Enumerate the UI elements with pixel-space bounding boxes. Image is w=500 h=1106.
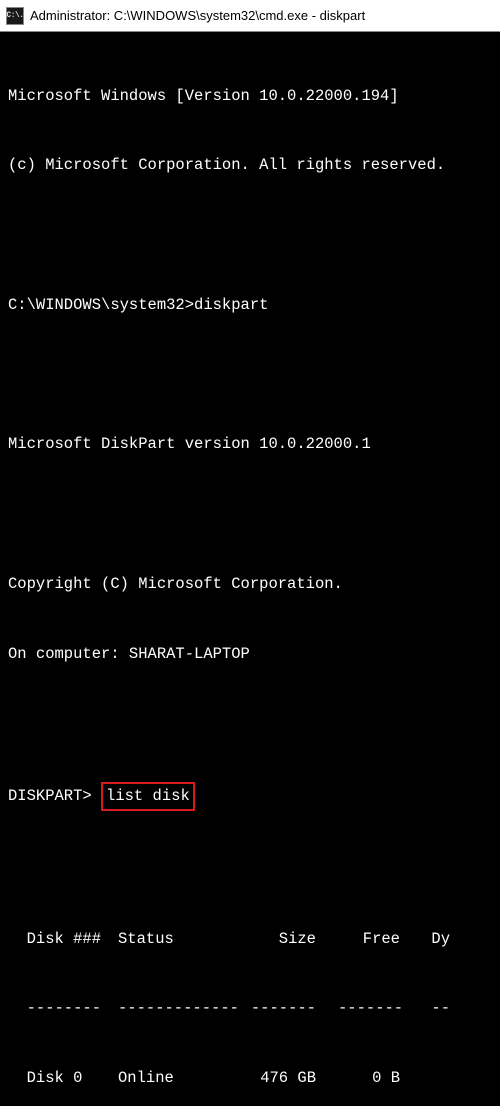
blank-line xyxy=(8,364,492,387)
disk-table-row: Disk 0 Online 476 GB 0 B xyxy=(8,1067,492,1090)
header-dyn: Dy xyxy=(410,928,450,951)
disk-table-header: Disk ### Status Size Free Dy xyxy=(8,928,492,951)
header-size: Size xyxy=(238,928,338,951)
blank-line xyxy=(8,503,492,526)
blank-line xyxy=(8,224,492,247)
os-version-line: Microsoft Windows [Version 10.0.22000.19… xyxy=(8,85,492,108)
header-status: Status xyxy=(118,928,238,951)
copyright-line: (c) Microsoft Corporation. All rights re… xyxy=(8,154,492,177)
diskpart-prompt: DISKPART> xyxy=(8,787,92,805)
dash: ------- xyxy=(238,997,338,1020)
computer-name-line: On computer: SHARAT-LAPTOP xyxy=(8,643,492,666)
header-disk: Disk ### xyxy=(8,928,118,951)
header-free: Free xyxy=(338,928,410,951)
cell-size: 476 GB xyxy=(238,1067,338,1090)
diskpart-command: diskpart xyxy=(194,296,268,314)
list-disk-prompt-line: DISKPART> list disk xyxy=(8,782,492,811)
cell-disk: Disk 0 xyxy=(8,1067,118,1090)
first-prompt-line: C:\WINDOWS\system32>diskpart xyxy=(8,294,492,317)
diskpart-version-line: Microsoft DiskPart version 10.0.22000.1 xyxy=(8,433,492,456)
cmd-prompt-path: C:\WINDOWS\system32> xyxy=(8,296,194,314)
disk-table-divider: -------- ------------- ------- ------- -… xyxy=(8,997,492,1020)
dash: -- xyxy=(410,997,450,1020)
cell-dyn xyxy=(410,1067,450,1090)
dash: ------------- xyxy=(118,997,238,1020)
diskpart-copyright-line: Copyright (C) Microsoft Corporation. xyxy=(8,573,492,596)
blank-line xyxy=(8,858,492,881)
terminal-output[interactable]: Microsoft Windows [Version 10.0.22000.19… xyxy=(0,32,500,1106)
window-title: Administrator: C:\WINDOWS\system32\cmd.e… xyxy=(30,8,365,23)
blank-line xyxy=(8,712,492,735)
list-disk-command: list disk xyxy=(101,782,195,811)
dash: ------- xyxy=(338,997,410,1020)
window-titlebar: C:\. Administrator: C:\WINDOWS\system32\… xyxy=(0,0,500,32)
cell-free: 0 B xyxy=(338,1067,410,1090)
dash: -------- xyxy=(8,997,118,1020)
cell-status: Online xyxy=(118,1067,238,1090)
cmd-icon: C:\. xyxy=(6,7,24,25)
